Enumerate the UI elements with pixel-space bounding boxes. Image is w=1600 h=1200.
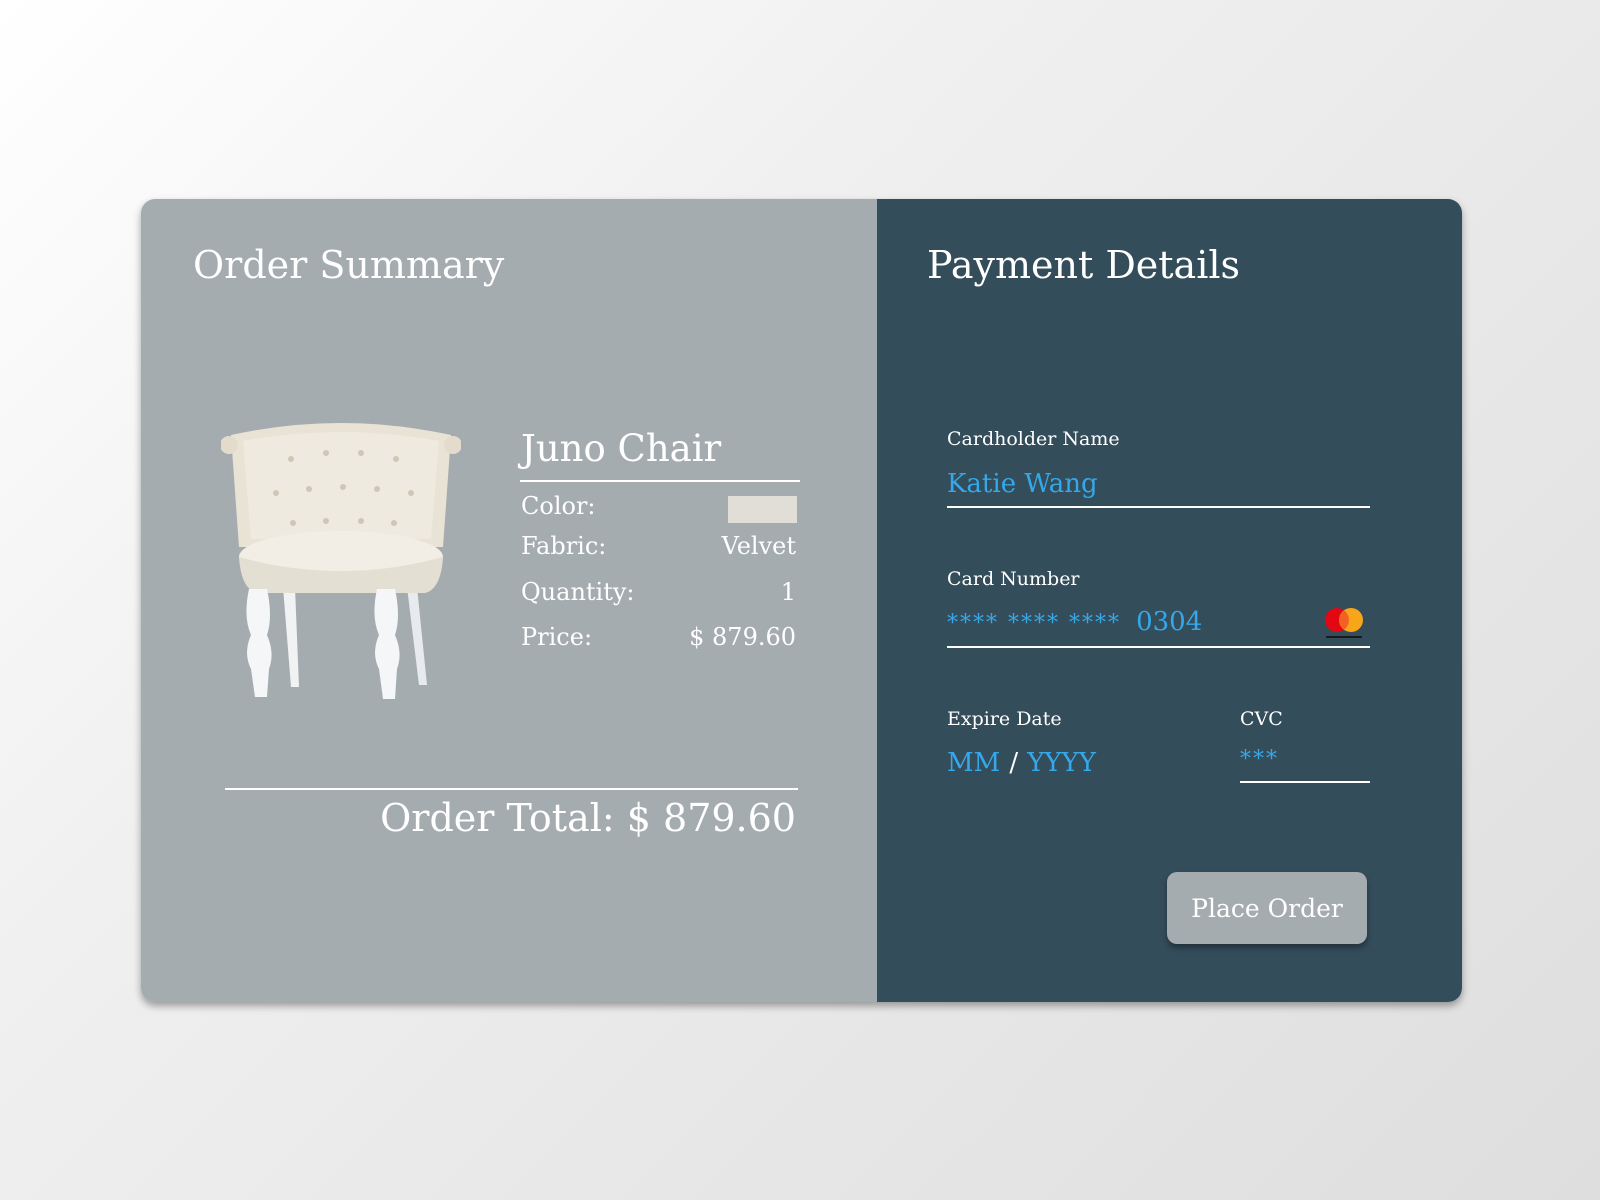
expire-year-field[interactable]: YYYY [1027, 748, 1096, 778]
expire-month-field[interactable]: MM [947, 748, 1000, 778]
card-number-label: Card Number [947, 568, 1080, 590]
cvc-label: CVC [1240, 708, 1283, 730]
place-order-button[interactable]: Place Order [1167, 872, 1367, 944]
product-name-divider [520, 480, 800, 482]
checkout-card: Order Summary Juno Chair Color: Fabric: … [141, 199, 1462, 1002]
card-number-masked: **** **** **** [947, 611, 1121, 636]
cardholder-name-label: Cardholder Name [947, 428, 1120, 450]
product-name: Juno Chair [521, 427, 722, 470]
card-number-underline [947, 646, 1370, 648]
price-value: $ 879.60 [689, 623, 796, 651]
cardholder-name-underline [947, 506, 1370, 508]
chair-image [221, 423, 461, 699]
payment-details-panel: Payment Details Cardholder Name Katie Wa… [877, 199, 1462, 1002]
price-label: Price: [521, 623, 593, 651]
order-total: Order Total: $ 879.60 [380, 796, 796, 840]
quantity-label: Quantity: [521, 578, 635, 606]
expire-date-input[interactable]: MM / YYYY [947, 748, 1127, 782]
cvc-underline [1240, 781, 1370, 783]
card-number-input[interactable]: **** **** **** 0304 [947, 607, 1317, 641]
fabric-value: Velvet [721, 532, 796, 560]
payment-details-heading: Payment Details [927, 243, 1241, 287]
expire-date-separator: / [1009, 748, 1019, 778]
mastercard-icon [1325, 608, 1363, 638]
cardholder-name-input[interactable]: Katie Wang [947, 469, 1367, 503]
fabric-label: Fabric: [521, 532, 607, 560]
quantity-value: 1 [780, 578, 796, 606]
order-summary-panel: Order Summary Juno Chair Color: Fabric: … [141, 199, 877, 1002]
cvc-input[interactable]: *** [1240, 747, 1370, 779]
order-total-divider [225, 788, 798, 790]
color-label: Color: [521, 492, 596, 520]
color-swatch [728, 496, 797, 523]
order-summary-heading: Order Summary [193, 243, 505, 287]
card-number-last4: 0304 [1136, 607, 1203, 637]
expire-date-label: Expire Date [947, 708, 1062, 730]
